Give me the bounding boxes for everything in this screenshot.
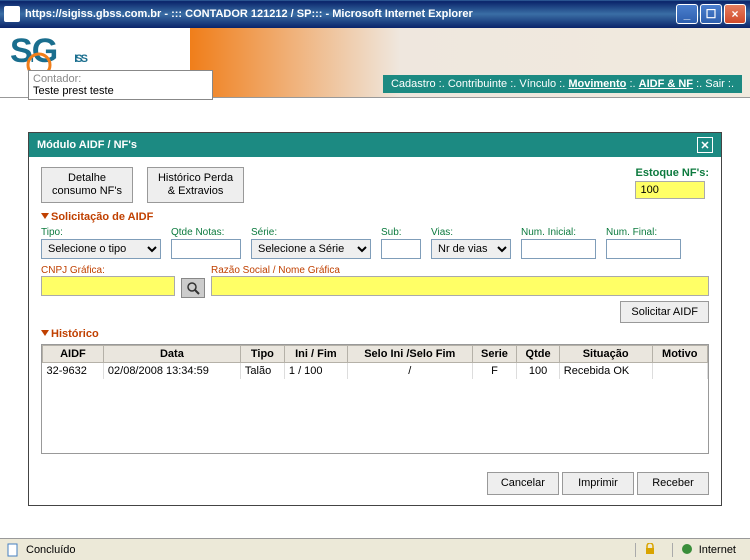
- num-final-label: Num. Final:: [606, 227, 681, 238]
- serie-label: Série:: [251, 227, 371, 238]
- menu-aidf-nf[interactable]: AIDF & NF: [639, 78, 693, 90]
- window-title: https://sigiss.gbss.com.br - ::: CONTADO…: [25, 8, 676, 20]
- num-inicial-input[interactable]: [521, 239, 596, 259]
- col-selo[interactable]: Selo Ini /Selo Fim: [347, 345, 472, 362]
- col-inifim[interactable]: Ini / Fim: [284, 345, 347, 362]
- col-qtde[interactable]: Qtde: [517, 345, 559, 362]
- window-close-button[interactable]: ×: [724, 4, 746, 24]
- section-solicitacao-header: Solicitação de AIDF: [41, 211, 709, 223]
- page-icon: [6, 543, 20, 557]
- razao-social-input[interactable]: [211, 276, 709, 296]
- tipo-label: Tipo:: [41, 227, 161, 238]
- contador-value: Teste prest teste: [33, 85, 208, 97]
- module-titlebar: Módulo AIDF / NF's ✕: [29, 133, 721, 157]
- window-titlebar: https://sigiss.gbss.com.br - ::: CONTADO…: [0, 0, 750, 28]
- vias-select[interactable]: Nr de vias: [431, 239, 511, 259]
- col-motivo[interactable]: Motivo: [652, 345, 707, 362]
- qtde-input[interactable]: [171, 239, 241, 259]
- search-icon: [186, 281, 200, 295]
- window-maximize-button[interactable]: ☐: [700, 4, 722, 24]
- module-title-text: Módulo AIDF / NF's: [37, 139, 137, 151]
- module-panel: Módulo AIDF / NF's ✕ Detalhe consumo NF'…: [28, 132, 722, 506]
- section-historico-header: Histórico: [41, 328, 709, 340]
- status-bar: Concluído Internet: [0, 538, 750, 560]
- contador-box: Contador: Teste prest teste: [28, 70, 213, 100]
- menu-movimento[interactable]: Movimento: [568, 78, 626, 90]
- detalhe-consumo-button[interactable]: Detalhe consumo NF's: [41, 167, 133, 203]
- num-inicial-label: Num. Inicial:: [521, 227, 596, 238]
- col-data[interactable]: Data: [103, 345, 240, 362]
- module-close-button[interactable]: ✕: [697, 137, 713, 153]
- ie-icon: [4, 6, 20, 22]
- estoque-value: 100: [635, 181, 705, 199]
- menu-contribuinte[interactable]: Contribuinte: [448, 78, 507, 90]
- table-row[interactable]: 32-9632 02/08/2008 13:34:59 Talão 1 / 10…: [43, 362, 708, 379]
- col-tipo[interactable]: Tipo: [240, 345, 284, 362]
- status-text: Concluído: [26, 544, 76, 556]
- qtde-label: Qtde Notas:: [171, 227, 241, 238]
- historico-grid[interactable]: AIDF Data Tipo Ini / Fim Selo Ini /Selo …: [41, 344, 709, 454]
- historico-perda-button[interactable]: Histórico Perda & Extravios: [147, 167, 244, 203]
- col-aidf[interactable]: AIDF: [43, 345, 104, 362]
- main-menu: Cadastro :. Contribuinte :. Vínculo :. M…: [383, 75, 742, 93]
- window-minimize-button[interactable]: _: [676, 4, 698, 24]
- col-serie[interactable]: Serie: [472, 345, 517, 362]
- internet-zone-text: Internet: [699, 544, 736, 556]
- tipo-select[interactable]: Selecione o tipo: [41, 239, 161, 259]
- lock-icon: [644, 543, 658, 557]
- sub-label: Sub:: [381, 227, 421, 238]
- vias-label: Vias:: [431, 227, 511, 238]
- menu-vinculo[interactable]: Vínculo: [519, 78, 556, 90]
- sub-input[interactable]: [381, 239, 421, 259]
- estoque-label: Estoque NF's:: [635, 167, 709, 179]
- menu-cadastro[interactable]: Cadastro: [391, 78, 436, 90]
- contador-label: Contador:: [33, 73, 208, 85]
- internet-zone-icon: [681, 543, 695, 557]
- cnpj-grafica-label: CNPJ Gráfica:: [41, 265, 175, 276]
- imprimir-button[interactable]: Imprimir: [562, 472, 634, 495]
- receber-button[interactable]: Receber: [637, 472, 709, 495]
- cnpj-grafica-input[interactable]: [41, 276, 175, 296]
- cancelar-button[interactable]: Cancelar: [487, 472, 559, 495]
- menu-sair[interactable]: Sair: [705, 78, 725, 90]
- num-final-input[interactable]: [606, 239, 681, 259]
- solicitar-aidf-button[interactable]: Solicitar AIDF: [620, 301, 709, 323]
- serie-select[interactable]: Selecione a Série: [251, 239, 371, 259]
- col-situacao[interactable]: Situação: [559, 345, 652, 362]
- razao-social-label: Razão Social / Nome Gráfica: [211, 265, 709, 276]
- app-logo: SIGISS: [10, 32, 86, 71]
- cnpj-lookup-button[interactable]: [181, 278, 205, 298]
